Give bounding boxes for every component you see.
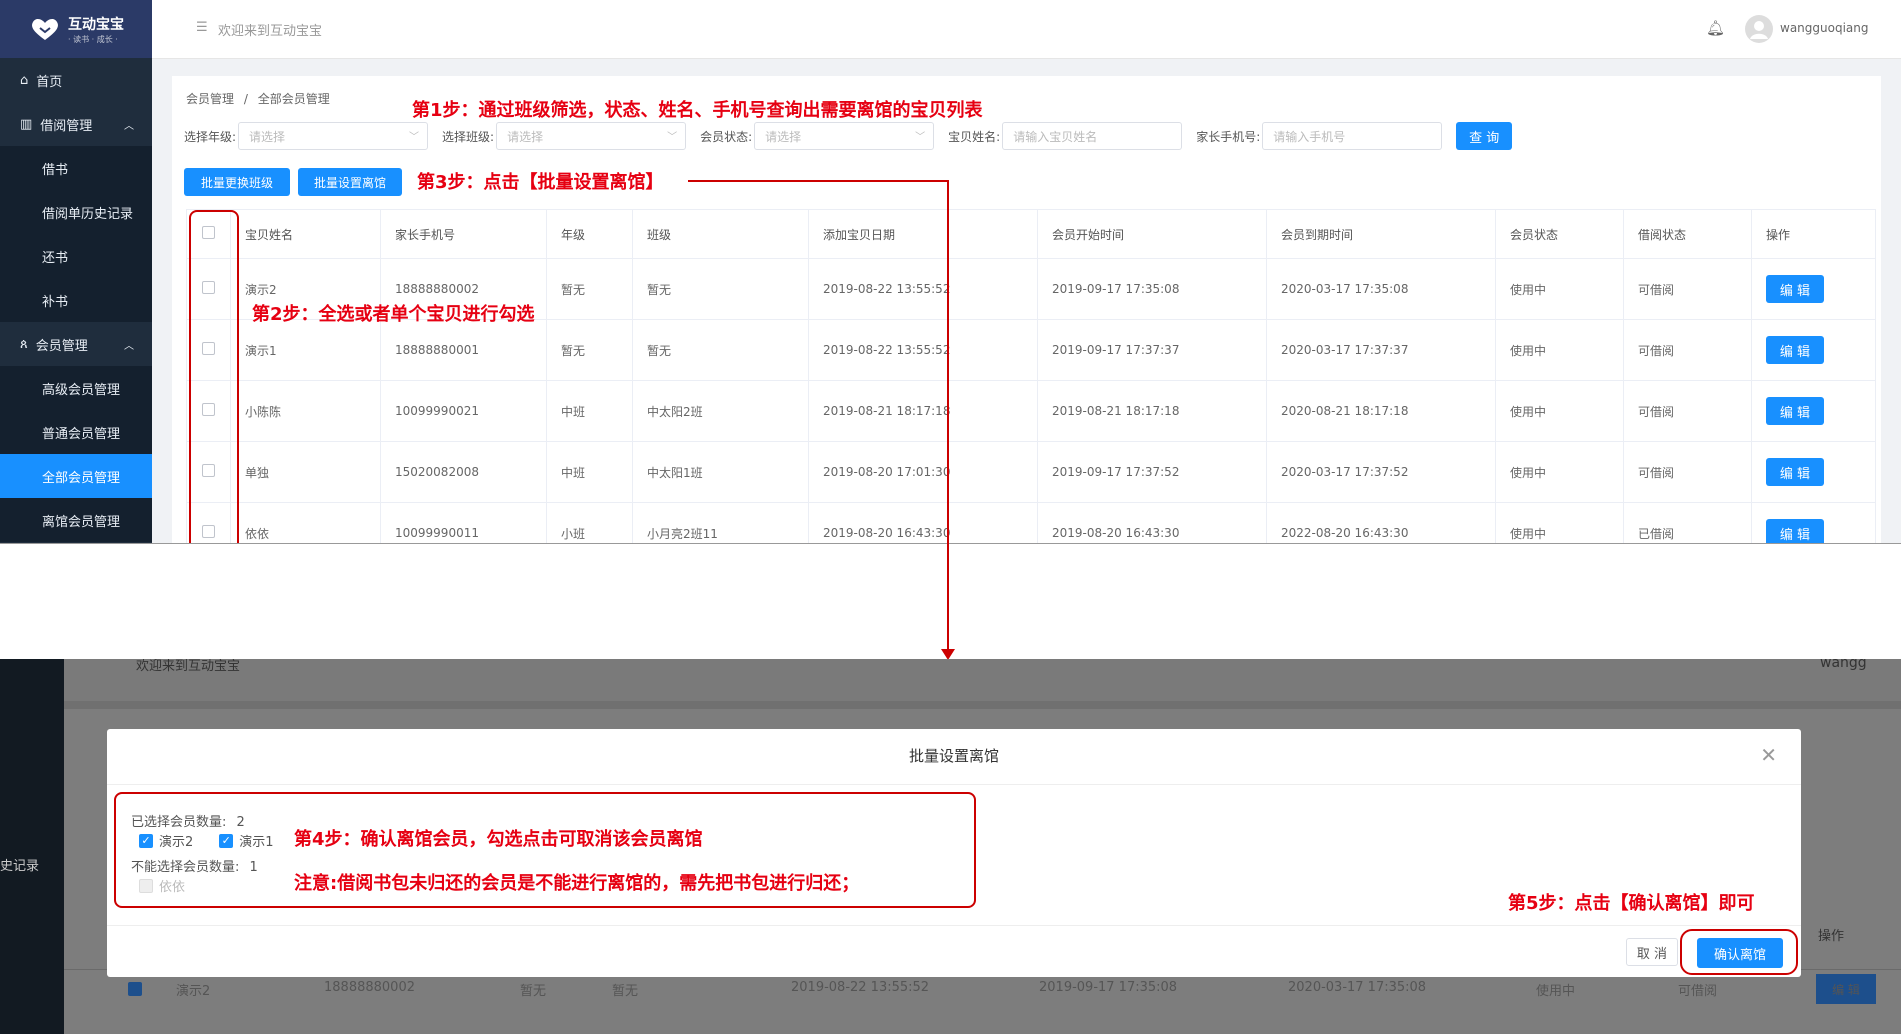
dimmed-edit-button: 编 辑 — [1816, 974, 1876, 1004]
dimmed-cell: 2020-03-17 17:35:08 — [1288, 980, 1427, 995]
dimmed-cell: 使用中 — [1536, 984, 1576, 999]
modal-title: 批量设置离馆 — [107, 729, 1801, 785]
close-icon[interactable]: ✕ — [1760, 743, 1777, 767]
batch-leave-dialog-screenshot: 史记录 欢迎来到互动宝宝 wangg 操作 演示2 18888880002 暂无… — [0, 659, 1901, 1034]
dimmed-cell: 2019-09-17 17:35:08 — [1039, 980, 1178, 995]
dimmed-checkbox — [128, 982, 142, 996]
flow-arrow — [688, 180, 955, 660]
step5-annotation: 第5步：点击【确认离馆】即可 — [1508, 893, 1755, 914]
dimmed-cell: 2019-08-22 13:55:52 — [791, 980, 930, 995]
dimmed-cell: 暂无 — [520, 984, 547, 999]
dimmed-op-header: 操作 — [1818, 929, 1845, 944]
dimmed-cell: 可借阅 — [1678, 984, 1718, 999]
note-annotation: 注意:借阅书包未归还的会员是不能进行离馆的，需先把书包进行归还； — [294, 873, 860, 894]
confirm-highlight-box — [1680, 929, 1798, 975]
step4-annotation: 第4步：确认离馆会员，勾选点击可取消该会员离馆 — [294, 829, 703, 850]
dimmed-sidebar: 史记录 — [0, 659, 64, 1034]
dimmed-welcome: 欢迎来到互动宝宝 — [136, 659, 241, 674]
cancel-button[interactable]: 取 消 — [1626, 938, 1678, 966]
batch-leave-modal: 批量设置离馆 ✕ 已选择会员数量: 2 ✓ 演示2 ✓ 演示1 不能选择会员数量… — [107, 729, 1801, 977]
dimmed-username: wangg — [1820, 659, 1867, 671]
modal-footer-divider — [107, 925, 1801, 926]
dimmed-topbar: 欢迎来到互动宝宝 wangg — [64, 659, 1901, 701]
dimmed-sidebar-text: 史记录 — [0, 859, 40, 874]
dimmed-cell: 18888880002 — [324, 980, 415, 995]
dimmed-cell: 演示2 — [176, 984, 211, 999]
dimmed-cell: 暂无 — [612, 984, 639, 999]
